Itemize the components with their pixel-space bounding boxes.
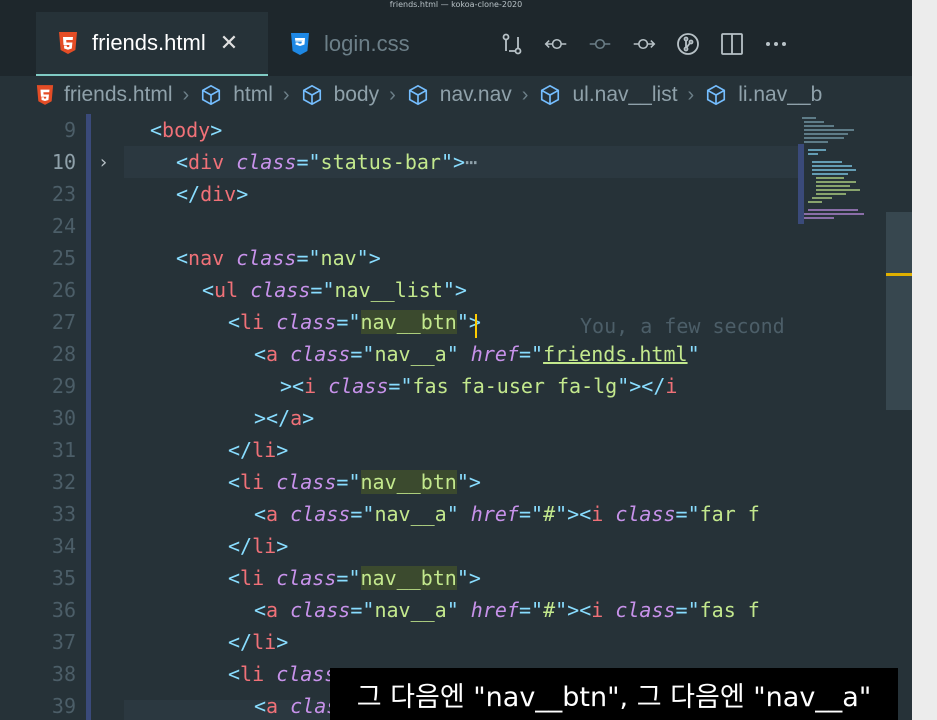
- chevron-right-icon[interactable]: ›: [98, 152, 109, 173]
- go-back-icon[interactable]: [544, 32, 568, 56]
- window-title: friends.html — kokoa-clone-2020: [389, 0, 523, 9]
- minimap[interactable]: [798, 114, 888, 720]
- code-line[interactable]: 34 </li>: [0, 530, 800, 562]
- breadcrumb-label: body: [333, 83, 380, 106]
- css3-icon: [290, 32, 310, 56]
- code-line[interactable]: 32 <li class="nav__btn">: [0, 466, 800, 498]
- cube-icon: [199, 84, 223, 106]
- breadcrumb-label: friends.html: [64, 83, 173, 106]
- line-number: 36: [51, 598, 76, 622]
- breadcrumb-item-html[interactable]: html: [199, 83, 273, 107]
- compare-changes-icon[interactable]: [500, 32, 524, 56]
- text-cursor: [475, 314, 477, 338]
- editor-toolbar: [500, 12, 808, 76]
- code-line[interactable]: 30 ></a>: [0, 402, 800, 434]
- cube-icon: [538, 84, 562, 106]
- close-icon[interactable]: ✕: [220, 30, 238, 56]
- line-number: 34: [51, 534, 76, 558]
- breadcrumb-label: html: [233, 83, 273, 106]
- cube-icon: [704, 84, 728, 106]
- tab-friends-html[interactable]: friends.html ✕: [36, 12, 268, 76]
- breadcrumb-item-nav[interactable]: nav.nav: [406, 83, 512, 107]
- scrollbar-thumb[interactable]: [886, 212, 912, 410]
- code-line[interactable]: 37 </li>: [0, 626, 800, 658]
- code-line[interactable]: 23 </div>: [0, 178, 800, 210]
- code-line[interactable]: 28 <a class="nav__a" href="friends.html": [0, 338, 800, 370]
- line-number: 10: [51, 150, 76, 174]
- tab-login-css[interactable]: login.css: [290, 12, 410, 76]
- breadcrumb-item-li[interactable]: li.nav__b: [704, 83, 822, 107]
- code-line[interactable]: 9 <body>: [0, 114, 800, 146]
- cube-icon: [300, 84, 324, 106]
- line-number: 29: [51, 374, 76, 398]
- line-number: 39: [51, 694, 76, 718]
- code-line[interactable]: 36 <a class="nav__a" href="#"><i class="f…: [0, 594, 800, 626]
- code-line[interactable]: 29 ><i class="fas fa-user fa-lg"></i: [0, 370, 800, 402]
- breadcrumb-label: li.nav__b: [738, 83, 823, 106]
- line-number: 38: [51, 662, 76, 686]
- git-graph-icon[interactable]: [676, 32, 700, 56]
- more-actions-icon[interactable]: [764, 32, 788, 56]
- chevron-right-icon: ›: [521, 83, 529, 106]
- line-number: 26: [51, 278, 76, 302]
- line-number: 30: [51, 406, 76, 430]
- git-blame-annotation: You, a few second: [580, 314, 785, 338]
- line-number: 35: [51, 566, 76, 590]
- breadcrumb-label: nav.nav: [439, 83, 512, 106]
- chevron-right-icon: ›: [182, 83, 190, 106]
- tab-label: login.css: [324, 31, 410, 56]
- chevron-right-icon: ›: [389, 83, 396, 106]
- breadcrumb: friends.html › html › body › nav.nav › u…: [0, 76, 912, 114]
- line-number: 33: [51, 502, 76, 526]
- line-number: 28: [51, 342, 76, 366]
- code-editor[interactable]: 9 <body> 10 › <div class="status-bar">⋯ 23 <…: [0, 114, 912, 720]
- code-line[interactable]: 25 <nav class="nav">: [0, 242, 800, 274]
- breadcrumb-item-ul[interactable]: ul.nav__list: [538, 83, 678, 107]
- html5-icon: [36, 84, 54, 106]
- line-number: 32: [51, 470, 76, 494]
- line-number: 23: [51, 182, 76, 206]
- line-number: 31: [51, 438, 76, 462]
- code-line[interactable]: 24: [0, 210, 800, 242]
- breadcrumb-item-file[interactable]: friends.html: [36, 83, 173, 107]
- code-line[interactable]: 10 › <div class="status-bar">⋯: [0, 146, 800, 178]
- split-editor-icon[interactable]: [720, 32, 744, 56]
- chevron-right-icon: ›: [687, 83, 695, 106]
- title-bar: friends.html — kokoa-clone-2020: [0, 0, 937, 12]
- breadcrumb-label: ul.nav__list: [572, 83, 678, 106]
- code-line[interactable]: 35 <li class="nav__btn">: [0, 562, 800, 594]
- line-number: 37: [51, 630, 76, 654]
- go-forward-icon[interactable]: [632, 32, 656, 56]
- line-number: 25: [51, 246, 76, 270]
- html5-icon: [58, 31, 78, 55]
- code-line[interactable]: 33 <a class="nav__a" href="#"><i class="f…: [0, 498, 800, 530]
- scrollbar-marker: [886, 273, 912, 276]
- chevron-right-icon: ›: [282, 83, 290, 106]
- cube-icon: [406, 84, 430, 106]
- breadcrumb-item-body[interactable]: body: [300, 83, 380, 107]
- line-number: 24: [51, 214, 76, 238]
- timeline-icon[interactable]: [588, 32, 612, 56]
- vertical-scrollbar[interactable]: [886, 114, 912, 720]
- code-line[interactable]: 31 </li>: [0, 434, 800, 466]
- window-edge: [912, 0, 937, 720]
- video-subtitle: 그 다음엔 "nav__btn", 그 다음엔 "nav__a": [330, 668, 898, 720]
- code-line[interactable]: 26 <ul class="nav__list">: [0, 274, 800, 306]
- line-number: 9: [63, 118, 76, 142]
- tab-label: friends.html: [92, 30, 206, 55]
- line-number: 27: [51, 310, 76, 334]
